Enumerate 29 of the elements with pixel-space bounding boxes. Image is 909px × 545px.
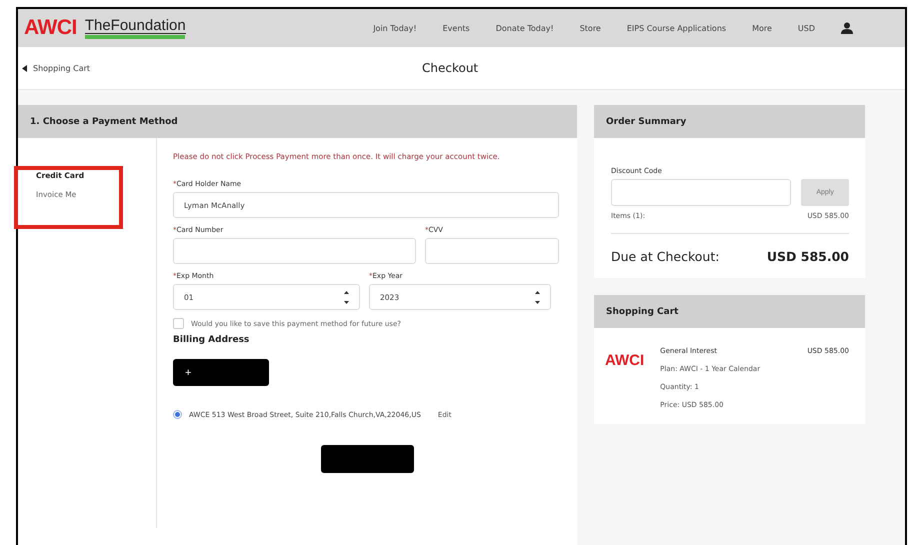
section-header: Order Summary xyxy=(594,105,865,138)
add-address-button[interactable]: + xyxy=(173,359,269,386)
submit-button[interactable] xyxy=(321,445,414,473)
radio-button[interactable] xyxy=(173,410,182,419)
nav-link[interactable]: Events xyxy=(442,24,470,32)
nav-link[interactable]: More xyxy=(752,24,772,32)
logo: AWCI xyxy=(24,16,77,40)
product-logo: AWCI xyxy=(605,352,644,371)
nav-link[interactable]: USD xyxy=(798,24,815,32)
user-icon[interactable] xyxy=(841,22,853,34)
spinner-icon xyxy=(535,290,540,304)
brand-name: TheFoundation xyxy=(84,18,186,34)
nav-link[interactable]: Join Today! xyxy=(373,24,417,32)
nav-link[interactable]: Donate Today! xyxy=(496,24,554,32)
nav-link[interactable]: EIPS Course Applications xyxy=(626,24,726,32)
discount-field[interactable] xyxy=(611,179,792,206)
checkbox[interactable] xyxy=(173,318,184,329)
page-title: Checkout xyxy=(422,61,478,75)
due-label: Due at Checkout: xyxy=(611,249,720,264)
section-title: Billing Address xyxy=(173,335,250,345)
back-arrow-icon xyxy=(22,64,27,72)
input-field[interactable] xyxy=(173,238,416,264)
section-header: 1. Choose a Payment Method xyxy=(18,105,577,138)
back-link[interactable]: Shopping Cart xyxy=(22,64,422,72)
input-field[interactable] xyxy=(425,238,559,264)
due-total: USD 585.00 xyxy=(766,249,849,264)
section-header: Shopping Cart xyxy=(594,295,865,328)
nav-link[interactable]: Store xyxy=(580,24,601,32)
spinner-icon xyxy=(344,290,349,304)
